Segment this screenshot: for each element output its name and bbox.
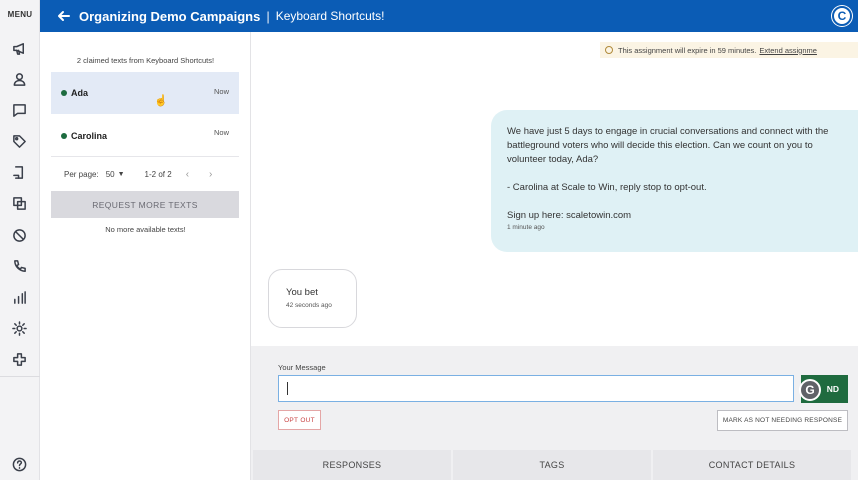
tag-icon[interactable] (10, 132, 28, 150)
extend-assignment-link[interactable]: Extend assignme (759, 46, 817, 55)
plus-icon[interactable] (10, 350, 28, 368)
expiry-text: This assignment will expire in 59 minute… (618, 45, 757, 55)
help-icon[interactable] (10, 455, 28, 473)
per-page-label: Per page: (64, 169, 99, 179)
incoming-message: You bet 42 seconds ago (268, 269, 357, 328)
chevron-down-icon[interactable]: ▼ (118, 171, 125, 178)
conversation-list-panel: 2 claimed texts from Keyboard Shortcuts!… (40, 32, 251, 480)
contact-name: Ada (71, 88, 89, 98)
tab-tags[interactable]: TAGS (453, 450, 651, 480)
side-nav-rail: MENU (0, 0, 40, 480)
outgoing-message: We have just 5 days to engage in crucial… (491, 110, 858, 252)
page-range: 1-2 of 2 (144, 169, 172, 179)
bar-chart-icon[interactable] (10, 288, 28, 306)
claimed-texts-summary: 2 claimed texts from Keyboard Shortcuts! (76, 56, 215, 65)
bottom-tabs: RESPONSES TAGS CONTACT DETAILS (251, 450, 858, 480)
tab-responses[interactable]: RESPONSES (253, 450, 451, 480)
message-input[interactable] (278, 375, 794, 402)
no-more-texts-note: No more available texts! (105, 225, 186, 234)
contact-time: Now (213, 87, 229, 96)
message-paragraph: We have just 5 days to engage in crucial… (507, 126, 829, 165)
gear-icon[interactable] (10, 319, 28, 337)
menu-label[interactable]: MENU (0, 10, 40, 19)
contact-name: Carolina (71, 131, 108, 141)
message-composer: Your Message ND G OPT OUT MARK AS NOT NE… (251, 346, 858, 450)
contact-row-carolina[interactable]: Carolina Now (51, 115, 239, 157)
hand-cursor-icon: ☝ (154, 95, 168, 107)
chat-icon[interactable] (10, 101, 28, 119)
message-field-label: Your Message (278, 363, 326, 372)
campaign-subtitle: Keyboard Shortcuts! (275, 9, 385, 23)
text-caret (287, 382, 288, 395)
copy-icon[interactable] (10, 194, 28, 212)
tab-contact-details[interactable]: CONTACT DETAILS (653, 450, 851, 480)
prev-page-icon[interactable]: ‹ (186, 169, 189, 180)
header-bar: Organizing Demo Campaigns | Keyboard Sho… (40, 0, 858, 32)
rail-divider (0, 376, 40, 377)
message-paragraph: Sign up here: scaletowin.com (507, 210, 632, 221)
message-paragraph: - Carolina at Scale to Win, reply stop t… (507, 182, 707, 193)
contact-time: Now (213, 128, 229, 137)
opt-out-button[interactable]: OPT OUT (278, 410, 321, 430)
status-dot-icon (61, 133, 67, 139)
list-divider (51, 156, 239, 157)
next-page-icon[interactable]: › (209, 169, 212, 180)
header-separator: | (266, 8, 270, 24)
status-dot-icon (61, 90, 67, 96)
request-more-texts-button[interactable]: REQUEST MORE TEXTS (51, 191, 239, 218)
contact-row-ada[interactable]: Ada Now ☝ (51, 72, 239, 114)
person-icon[interactable] (10, 70, 28, 88)
user-avatar[interactable]: C (832, 6, 852, 26)
message-thread: This assignment will expire in 59 minute… (251, 32, 858, 346)
grammarly-icon[interactable]: G (799, 379, 821, 401)
expiry-notice: This assignment will expire in 59 minute… (600, 42, 858, 58)
message-timestamp: 42 seconds ago (286, 302, 332, 309)
document-icon[interactable] (10, 163, 28, 181)
megaphone-icon[interactable] (10, 39, 28, 57)
block-icon[interactable] (10, 226, 28, 244)
message-timestamp: 1 minute ago (507, 224, 545, 231)
mark-not-needing-response-button[interactable]: MARK AS NOT NEEDING RESPONSE (717, 410, 848, 431)
clock-icon (605, 46, 613, 54)
message-text: You bet (286, 287, 318, 298)
phone-icon[interactable] (10, 257, 28, 275)
per-page-select[interactable]: 50 (106, 170, 115, 179)
pagination: Per page: 50 ▼ 1-2 of 2 ‹ › (51, 166, 239, 182)
back-arrow-icon[interactable] (57, 9, 71, 23)
campaign-title[interactable]: Organizing Demo Campaigns (79, 9, 260, 24)
